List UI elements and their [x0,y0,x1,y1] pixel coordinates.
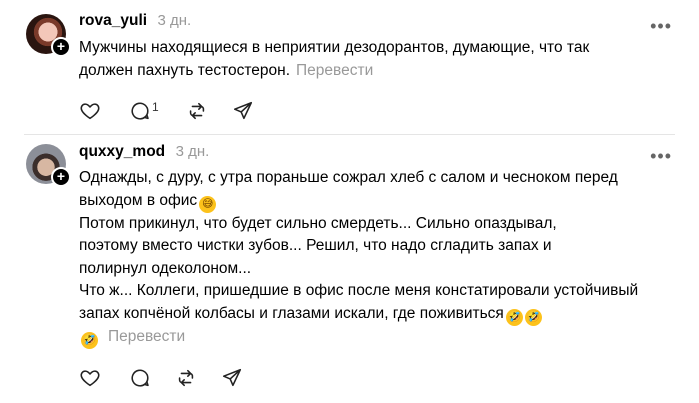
comment-icon [131,102,149,120]
more-icon[interactable]: ••• [650,147,672,165]
share-icon [233,101,253,120]
laughing-emoji-icon: 🤣 [81,331,98,349]
repost-icon [189,102,205,120]
comment-button[interactable] [129,366,153,390]
post-line: должен пахнуть тестостерон. Перевести [79,60,679,83]
thread-post: + rova_yuli 3 дн. ••• Мужчины находящиес… [0,0,699,134]
post-line-text: запах копчёной колбасы и глазами искали,… [79,304,504,322]
follow-plus-icon[interactable]: + [51,37,71,57]
timestamp[interactable]: 3 дн. [158,12,192,29]
heart-icon [80,370,100,387]
post-line: Однажды, с дуру, с утра пораньше сожрал … [79,169,618,186]
post-header: quxxy_mod 3 дн. [79,143,209,163]
grinning-sweat-emoji-icon: 😅 [199,195,217,213]
post-header: rova_yuli 3 дн. [79,12,191,32]
share-button[interactable] [232,99,256,123]
repost-button[interactable] [186,99,210,123]
timestamp[interactable]: 3 дн. [176,143,210,160]
comment-button[interactable]: 1 [129,99,159,123]
post-line: Что ж... Коллеги, пришедшие в офис после… [79,282,639,299]
username[interactable]: quxxy_mod [79,143,165,160]
translate-link[interactable]: Перевести [108,328,185,345]
share-icon [222,368,242,387]
post-line-text: должен пахнуть тестостерон. [79,61,291,79]
post-line-text: выходом в офис [79,191,198,209]
like-button[interactable] [79,366,103,390]
post-line: полирнул одеколоном... [79,259,252,277]
post-text: Мужчины находящиеся в неприятии дезодора… [79,37,679,82]
repost-button[interactable] [175,366,199,390]
thread-post: + quxxy_mod 3 дн. ••• Однажды, с дуру, с… [0,134,699,403]
post-line: запах копчёной колбасы и глазами искали,… [79,303,679,326]
translate-link[interactable]: Перевести [296,62,373,79]
username[interactable]: rova_yuli [79,12,147,29]
share-button[interactable] [221,366,245,390]
post-line: 🤣 Перевести [81,326,679,349]
repost-icon [178,369,194,387]
post-line: Потом прикинул, что будет сильно смердет… [79,214,557,232]
post-text: Однажды, с дуру, с утра пораньше сожрал … [79,167,679,349]
follow-plus-icon[interactable]: + [51,167,71,187]
laughing-emoji-icon: 🤣 [505,308,523,326]
like-button[interactable] [79,99,103,123]
comment-icon [131,369,149,387]
laughing-emoji-icon: 🤣 [524,308,542,326]
more-icon[interactable]: ••• [650,17,672,35]
post-line: Мужчины находящиеся в неприятии дезодора… [79,39,590,56]
post-line: поэтому вместо чистки зубов... Решил, чт… [79,237,552,254]
post-line: выходом в офис 😅 [79,190,679,213]
heart-icon [80,103,100,120]
reply-count: 1 [152,100,159,114]
